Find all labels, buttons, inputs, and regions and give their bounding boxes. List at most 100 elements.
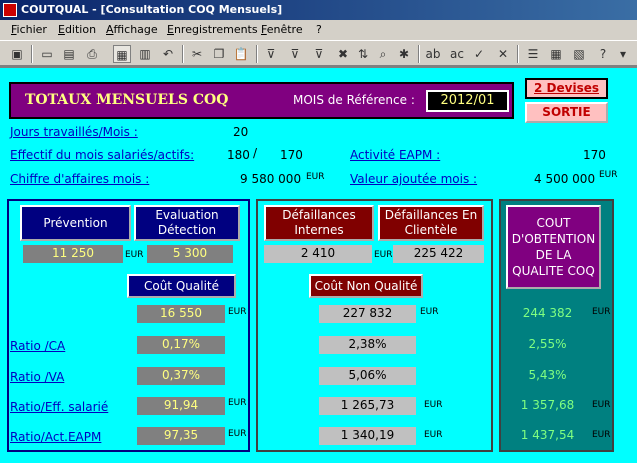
filter-form-icon[interactable]: ⊽ [286, 45, 304, 63]
menu-edition[interactable]: Edition [58, 23, 96, 36]
effectif-separator: / [253, 146, 258, 160]
coq-ratio-eff: 1 357,68 [506, 397, 589, 415]
prevention-ratio-act-unit: EUR [228, 429, 247, 439]
menu-bar: Fichier Edition Affichage Enregistrement… [0, 20, 637, 40]
cout-non-qualite-button[interactable]: Coût Non Qualité [309, 274, 423, 298]
activite-label[interactable]: Activité EAPM : [350, 148, 440, 162]
non-qualite-ratio-eff: 1 265,73 [319, 397, 416, 415]
non-qualite-ratio-act: 1 340,19 [319, 427, 416, 445]
toolbar: ▣ ▭ ▤ ⎙ ▦ ▥ ↶ ✂ ❐ 📋 ⊽ ⊽ ⊽ ✖ ⇅ ⌕ ✱ ab ac … [0, 40, 637, 66]
save-icon[interactable]: ▤ [60, 45, 78, 63]
effectif-label[interactable]: Effectif du mois salariés/actifs: [10, 148, 194, 162]
non-qualite-ratio-va: 5,06% [319, 367, 416, 385]
effectif-value-salaries: 180 [227, 148, 250, 162]
ratio-va-label[interactable]: Ratio /VA [10, 370, 64, 384]
sortie-button[interactable]: SORTIE [525, 102, 608, 123]
design-view-icon[interactable]: ▣ [8, 45, 26, 63]
toolbar-overflow-icon[interactable]: ▾ [616, 45, 630, 63]
cout-non-qualite-total: 227 832 [319, 305, 416, 323]
prevention-ratio-va: 0,37% [137, 367, 225, 385]
coq-ratio-eff-unit: EUR [592, 400, 611, 410]
copy-icon[interactable]: ❐ [210, 45, 228, 63]
toolbar-separator [31, 45, 33, 63]
cout-non-qualite-unit: EUR [420, 307, 439, 317]
help-icon[interactable]: ? [594, 45, 612, 63]
va-label[interactable]: Valeur ajoutée mois : [350, 172, 477, 186]
menu-fenetre[interactable]: Fenêtre [261, 23, 303, 36]
cout-qualite-button[interactable]: Coût Qualité [127, 274, 236, 298]
paste-icon[interactable]: 📋 [232, 45, 250, 63]
toolbar-separator [256, 45, 258, 63]
ca-label[interactable]: Chiffre d'affaires mois : [10, 172, 149, 186]
open-icon[interactable]: ▭ [38, 45, 56, 63]
header-panel: TOTAUX MENSUELS COQ MOIS de Référence : … [9, 82, 514, 119]
spell-icon[interactable]: ✓ [470, 45, 488, 63]
menu-fichier[interactable]: Fichier [11, 23, 47, 36]
activite-value: 170 [583, 148, 606, 162]
va-unit: EUR [599, 170, 618, 180]
undo-icon[interactable]: ↶ [159, 45, 177, 63]
new-record-icon[interactable]: ✱ [395, 45, 413, 63]
find-icon[interactable]: ⌕ [374, 45, 392, 63]
coq-ratio-va: 5,43% [506, 367, 589, 385]
defaillances-internes-value: 2 410 [264, 245, 372, 263]
prevention-value: 11 250 [23, 245, 123, 263]
defaillances-clientele-button[interactable]: Défaillances En Clientèle [378, 205, 484, 241]
sort-icon[interactable]: ⇅ [354, 45, 372, 63]
title-bar: COUTQUAL - [Consultation COQ Mensuels] [0, 0, 637, 20]
abc-icon[interactable]: ac [448, 45, 466, 63]
menu-affichage[interactable]: Affichage [106, 23, 158, 36]
print-icon[interactable]: ⎙ [83, 45, 101, 63]
prevention-ratio-eff-unit: EUR [228, 398, 247, 408]
filter-icon[interactable]: ⊽ [262, 45, 280, 63]
coq-total: 244 382 [506, 305, 589, 323]
new-object-icon[interactable]: ▧ [570, 45, 588, 63]
cut-icon[interactable]: ✂ [188, 45, 206, 63]
jours-value: 20 [233, 125, 249, 139]
menu-enregistrements[interactable]: Enregistrements [167, 23, 258, 36]
non-qualite-ratio-ca: 2,38% [319, 336, 416, 354]
evaluation-value: 5 300 [147, 245, 233, 263]
remove-filter-icon[interactable]: ✖ [334, 45, 352, 63]
non-qualite-ratio-act-unit: EUR [424, 430, 443, 440]
form-view-icon[interactable]: ▦ [113, 45, 131, 63]
defaillances-internes-button[interactable]: Défaillances Internes [264, 205, 374, 241]
toolbar-separator [517, 45, 519, 63]
non-qualite-ratio-eff-unit: EUR [424, 400, 443, 410]
ratio-ca-label[interactable]: Ratio /CA [10, 339, 65, 353]
defaillances-unit: EUR [374, 250, 393, 260]
menu-help[interactable]: ? [316, 23, 322, 36]
cout-qualite-unit: EUR [228, 307, 247, 317]
jours-label[interactable]: Jours travaillés/Mois : [10, 125, 138, 139]
prevention-unit: EUR [125, 250, 144, 260]
mois-reference-label: MOIS de Référence : [293, 93, 415, 107]
ratio-act-label[interactable]: Ratio/Act.EAPM [10, 430, 101, 444]
coq-ratio-act: 1 437,54 [506, 427, 589, 445]
defaillances-clientele-value: 225 422 [393, 245, 484, 263]
toolbar-separator [418, 45, 420, 63]
window-title: COUTQUAL - [Consultation COQ Mensuels] [21, 3, 283, 16]
apply-filter-icon[interactable]: ⊽ [310, 45, 328, 63]
coq-ratio-act-unit: EUR [592, 430, 611, 440]
app-icon [3, 3, 17, 17]
devises-button[interactable]: 2 Devises [525, 78, 608, 99]
coq-ratio-ca: 2,55% [506, 336, 589, 354]
ca-value: 9 580 000 [240, 172, 302, 186]
evaluation-button[interactable]: Evaluation Détection [134, 205, 240, 241]
coq-button[interactable]: COUT D'OBTENTION DE LA QUALITE COQ [506, 205, 601, 289]
delete-record-icon[interactable]: ✕ [494, 45, 512, 63]
form-area: TOTAUX MENSUELS COQ MOIS de Référence : … [0, 66, 637, 463]
properties-icon[interactable]: ☰ [524, 45, 542, 63]
ab-icon[interactable]: ab [424, 45, 442, 63]
prevention-button[interactable]: Prévention [20, 205, 131, 241]
coq-total-unit: EUR [592, 307, 611, 317]
database-icon[interactable]: ▦ [547, 45, 565, 63]
prevention-ratio-act: 97,35 [137, 427, 225, 445]
datasheet-view-icon[interactable]: ▥ [136, 45, 154, 63]
ratio-eff-label[interactable]: Ratio/Eff. salarié [10, 400, 108, 414]
toolbar-separator [182, 45, 184, 63]
mois-reference-field[interactable]: 2012/01 [426, 90, 509, 112]
va-value: 4 500 000 [534, 172, 596, 186]
page-title: TOTAUX MENSUELS COQ [25, 92, 229, 108]
effectif-value-actifs: 170 [280, 148, 303, 162]
